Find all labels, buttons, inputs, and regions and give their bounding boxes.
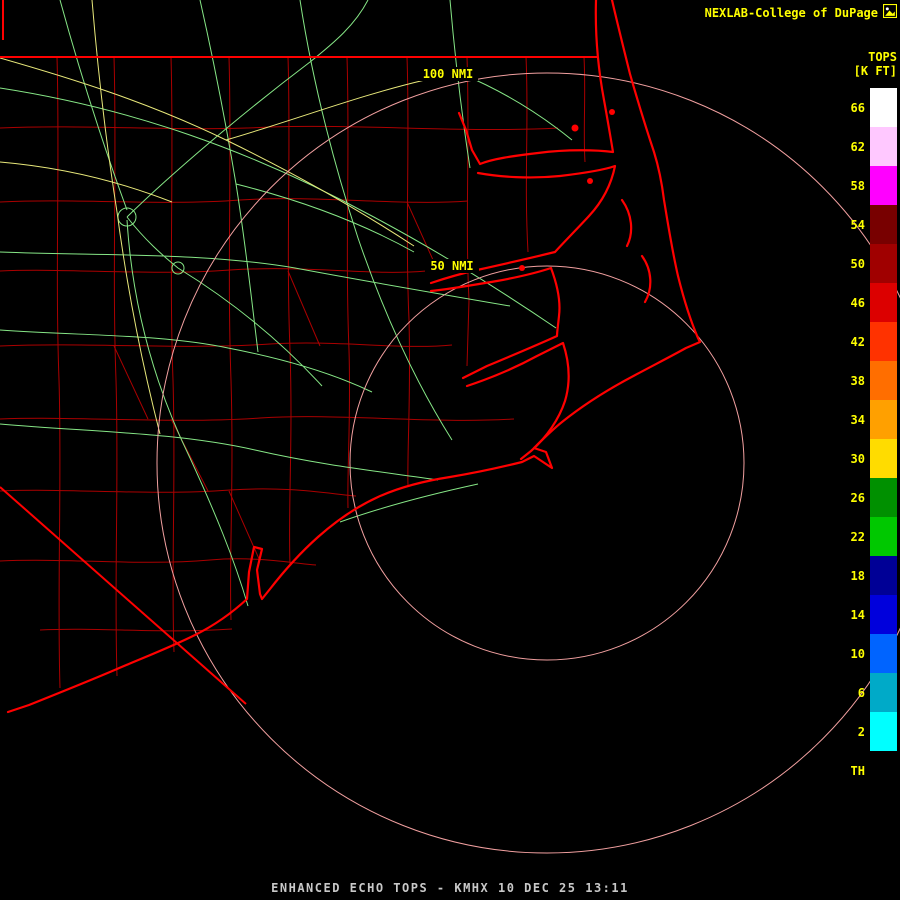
radar-product: 100 NMI 50 NMI NEXLAB-College of DuPage … <box>0 0 900 900</box>
legend-entry-label: 34 <box>839 413 865 427</box>
legend-entry-label: 54 <box>839 218 865 232</box>
legend-swatch <box>870 634 897 673</box>
legend-swatch <box>870 283 897 322</box>
legend-entry-label: 2 <box>839 725 865 739</box>
legend-units: [K FT] <box>854 64 897 78</box>
coastal-town-markers <box>519 109 615 271</box>
legend-entry: 46 <box>839 283 897 322</box>
legend-entry: TH <box>839 751 897 790</box>
legend-entry: 62 <box>839 127 897 166</box>
legend-swatch <box>870 244 897 283</box>
legend-entry-label: 46 <box>839 296 865 310</box>
ring-label-100nmi: 100 NMI <box>423 67 474 81</box>
legend-swatch <box>870 400 897 439</box>
legend-swatch <box>870 556 897 595</box>
legend-entry: 10 <box>839 634 897 673</box>
product-caption: ENHANCED ECHO TOPS - KMHX 10 DEC 25 13:1… <box>0 881 900 895</box>
legend-entry: 66 <box>839 88 897 127</box>
town-marker <box>572 125 579 132</box>
legend-entry: 2 <box>839 712 897 751</box>
legend-entry-label: 14 <box>839 608 865 622</box>
legend-entry-label: 66 <box>839 101 865 115</box>
legend-entry-label: 18 <box>839 569 865 583</box>
road-network <box>0 0 572 606</box>
legend-entry-label: 30 <box>839 452 865 466</box>
legend-swatch <box>870 595 897 634</box>
legend-entry: 14 <box>839 595 897 634</box>
legend-swatch <box>870 166 897 205</box>
county-lines-vertical <box>57 57 585 688</box>
coastline <box>8 0 700 712</box>
legend-scale: 66625854504642383430262218141062TH <box>839 88 897 790</box>
legend-entry: 34 <box>839 400 897 439</box>
legend-swatch <box>870 712 897 751</box>
legend-entry: 30 <box>839 439 897 478</box>
ocean-coast-outer-banks <box>8 0 700 712</box>
legend-entry-label: 58 <box>839 179 865 193</box>
legend-entry-label: 38 <box>839 374 865 388</box>
legend-entry-label: 26 <box>839 491 865 505</box>
legend-entry-label: 22 <box>839 530 865 544</box>
range-rings <box>157 73 900 853</box>
legend-entry: 38 <box>839 361 897 400</box>
legend-entry-label: 6 <box>839 686 865 700</box>
county-lines-horizontal <box>0 126 558 630</box>
legend-swatch <box>870 673 897 712</box>
legend-entry-label: 62 <box>839 140 865 154</box>
town-marker <box>609 109 615 115</box>
legend-entry: 18 <box>839 556 897 595</box>
legend-entry-label: TH <box>839 764 865 778</box>
legend-swatch <box>870 478 897 517</box>
legend-entry: 54 <box>839 205 897 244</box>
legend-entry-label: 42 <box>839 335 865 349</box>
legend-entry: 6 <box>839 673 897 712</box>
town-marker <box>587 178 593 184</box>
legend-title: TOPS <box>854 50 897 64</box>
legend-swatch <box>870 361 897 400</box>
legend-swatch <box>870 517 897 556</box>
county-borders <box>0 57 585 688</box>
radar-map: 100 NMI 50 NMI <box>0 0 900 900</box>
legend-entry: 26 <box>839 478 897 517</box>
legend-swatch <box>870 322 897 361</box>
legend-swatch <box>870 751 897 790</box>
ring-label-50nmi: 50 NMI <box>430 259 473 273</box>
legend-entry-label: 10 <box>839 647 865 661</box>
legend-entry: 50 <box>839 244 897 283</box>
legend-swatch <box>870 205 897 244</box>
legend-swatch <box>870 127 897 166</box>
legend-entry-label: 50 <box>839 257 865 271</box>
town-marker <box>519 265 525 271</box>
nc-sc-border <box>0 487 246 704</box>
legend-swatch <box>870 88 897 127</box>
legend-header: TOPS [K FT] <box>854 50 897 78</box>
range-ring-labels: 100 NMI 50 NMI <box>418 67 479 273</box>
roads-minor <box>0 0 572 606</box>
nexlab-logo-icon <box>883 4 897 18</box>
range-ring-100nmi <box>157 73 900 853</box>
legend-swatch <box>870 439 897 478</box>
legend-entry: 42 <box>839 322 897 361</box>
legend-entry: 22 <box>839 517 897 556</box>
legend-entry: 58 <box>839 166 897 205</box>
header-title: NEXLAB-College of DuPage <box>705 6 878 20</box>
